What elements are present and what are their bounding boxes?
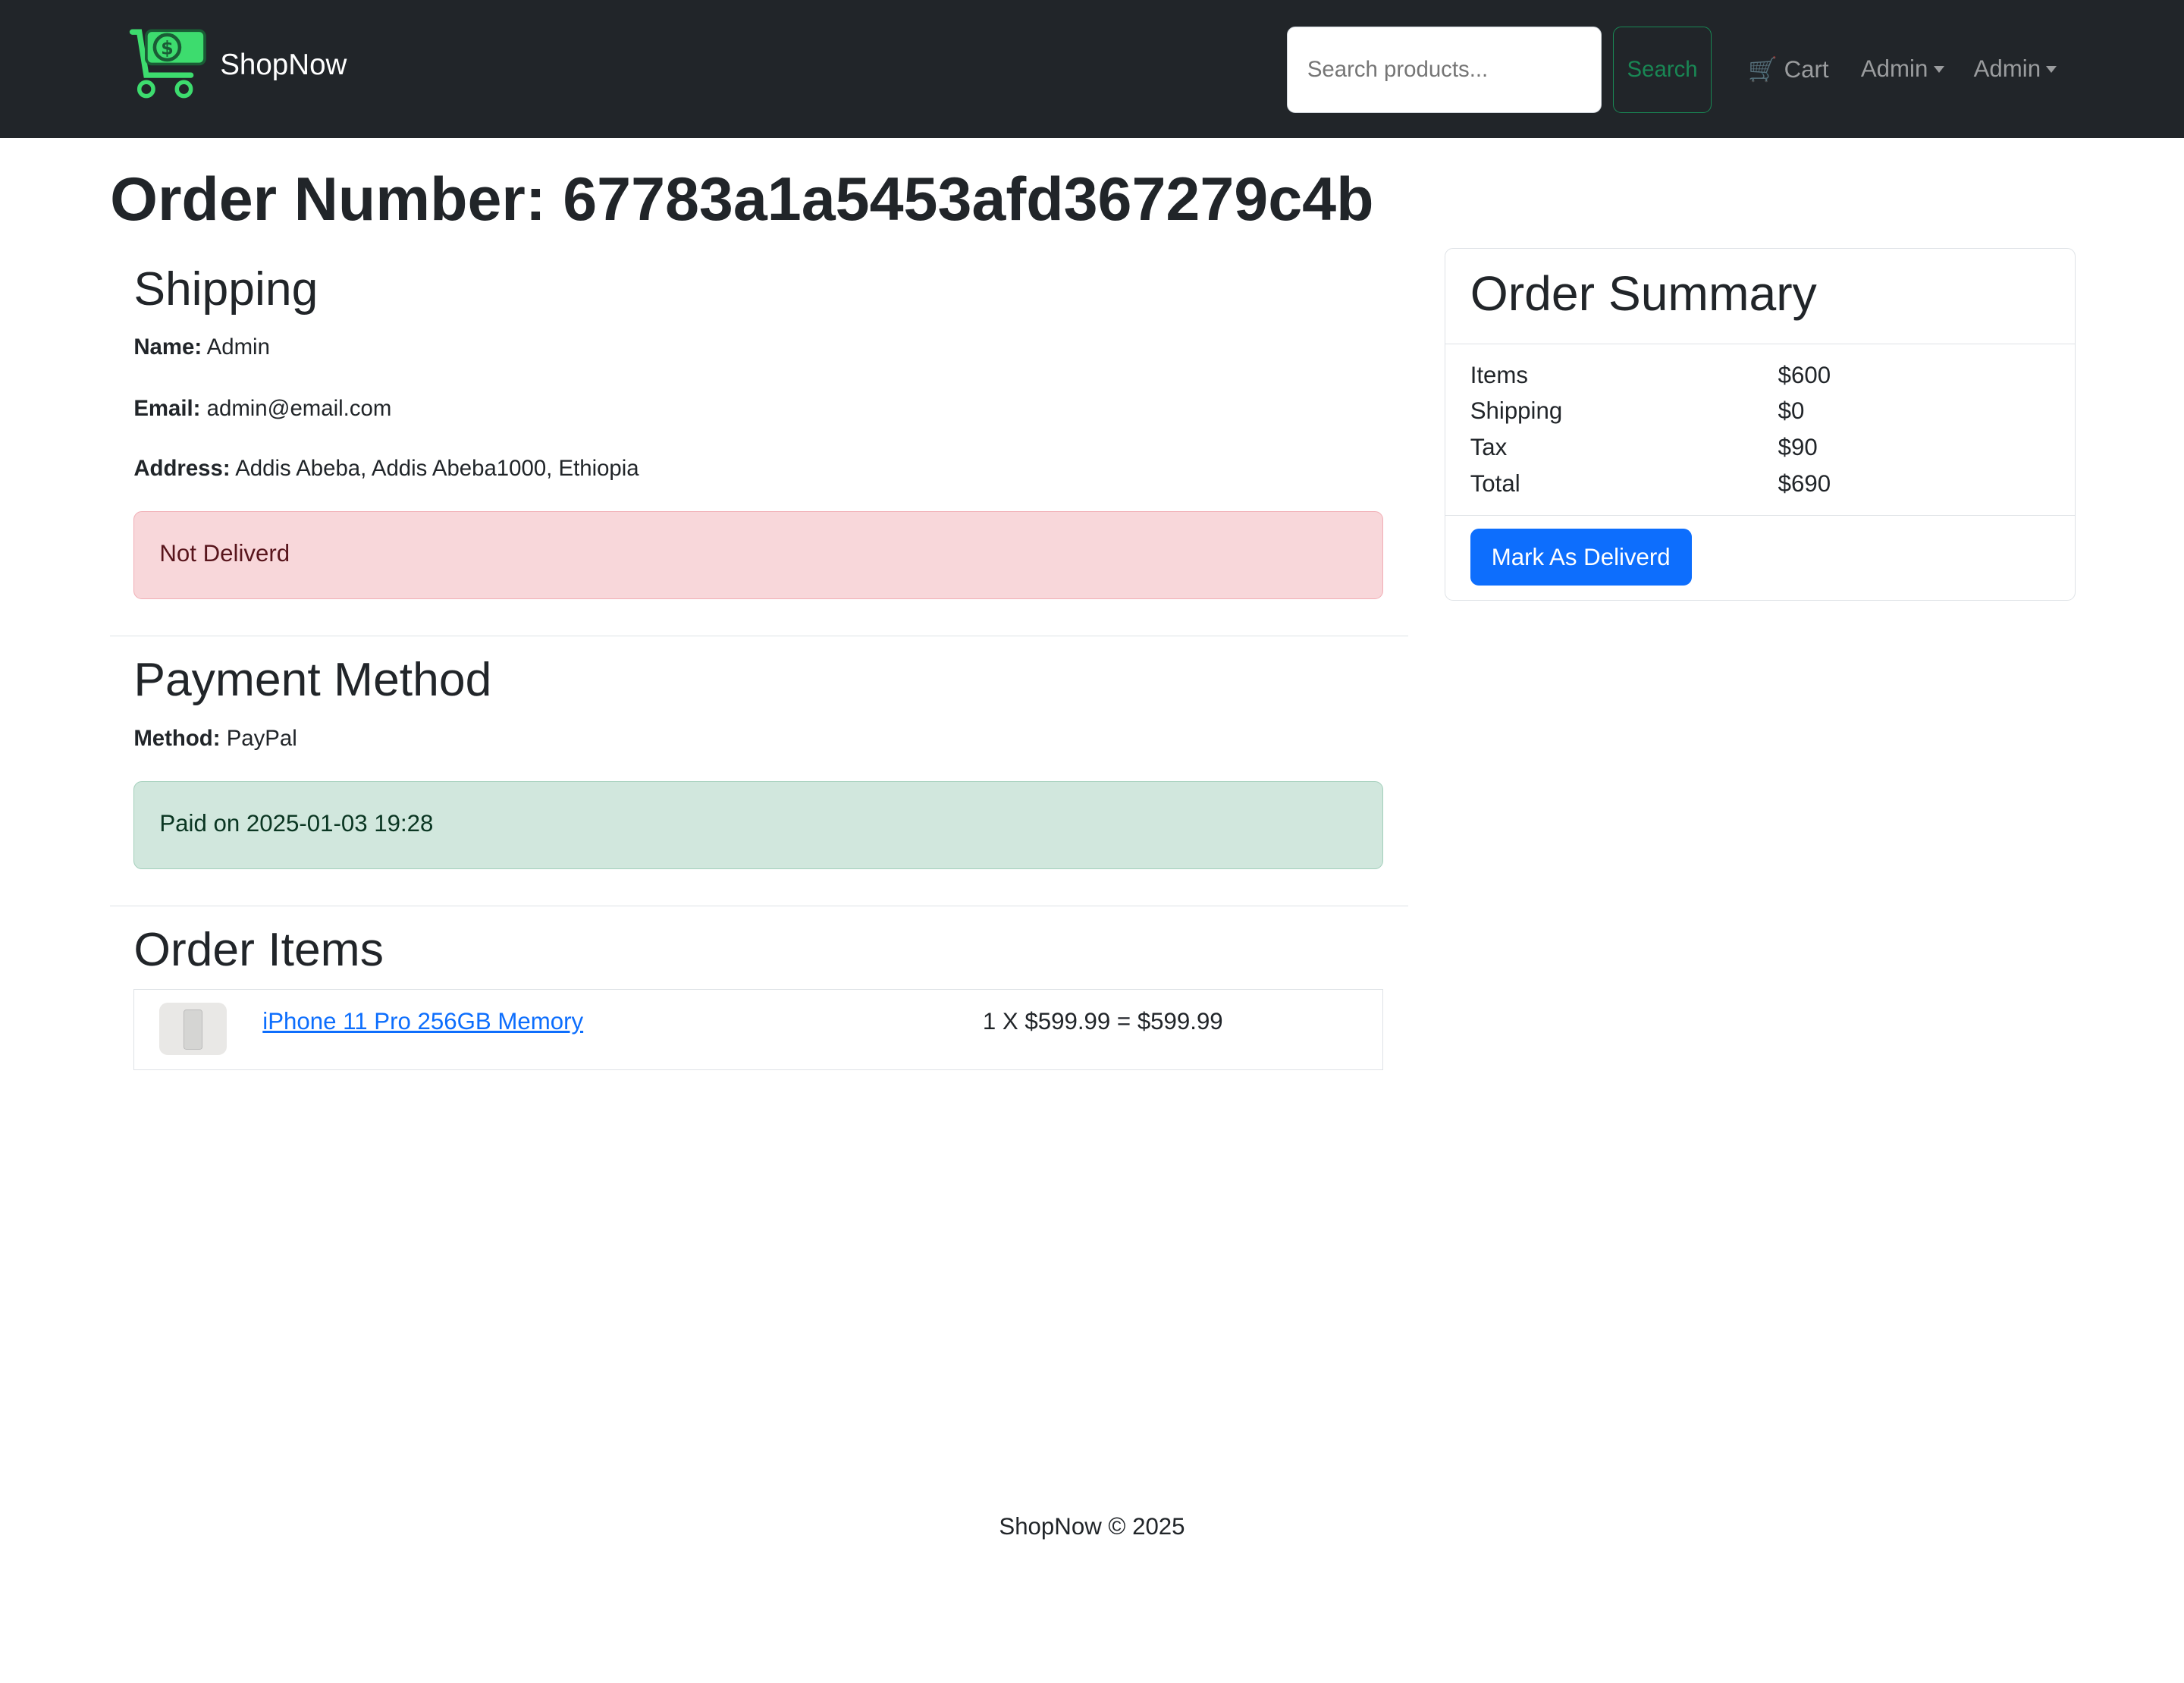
order-items-heading: Order Items: [133, 922, 384, 976]
shipping-address: Address: Addis Abeba, Addis Abeba1000, E…: [133, 456, 639, 482]
logo-cart-icon[interactable]: $: [128, 25, 206, 106]
label: Shipping: [1470, 397, 1563, 425]
value: $90: [1778, 434, 1818, 461]
phone-image-icon: [183, 1009, 203, 1050]
svg-text:$: $: [161, 38, 174, 59]
shipping-name: Name: Admin: [133, 334, 270, 360]
order-summary-card: Order Summary Items $600 Shipping $0 Tax $9…: [1444, 247, 2076, 601]
value: $690: [1778, 469, 1831, 497]
product-image: [159, 1002, 227, 1056]
label: Items: [1470, 361, 1529, 388]
value: Admin: [206, 334, 270, 360]
shipping-email: Email: admin@email.com: [133, 396, 391, 422]
label: Name:: [133, 334, 202, 360]
user-menu-dropdown[interactable]: Admin: [1861, 55, 1944, 83]
cart-icon: 🛒: [1748, 56, 1778, 83]
order-item-row: iPhone 11 Pro 256GB Memory 1 X $599.99 =…: [133, 989, 1383, 1070]
caret-down-icon: [1933, 65, 1944, 73]
user-menu-label: Admin: [1860, 55, 1928, 83]
label: Total: [1470, 469, 1520, 497]
value: admin@email.com: [206, 395, 392, 421]
label: Address:: [133, 455, 231, 481]
summary-row-shipping: Shipping $0: [1470, 397, 2055, 425]
item-price-calc: 1 X $599.99 = $599.99: [982, 1007, 1223, 1035]
cart-link[interactable]: 🛒 Cart: [1748, 55, 1829, 83]
divider: [1445, 514, 2075, 516]
cart-label: Cart: [1784, 56, 1829, 83]
product-link[interactable]: iPhone 11 Pro 256GB Memory: [262, 1008, 583, 1035]
search-input[interactable]: [1287, 26, 1602, 113]
page-title: Order Number: 67783a1a5453afd367279c4b: [110, 165, 1374, 234]
label: Method:: [133, 725, 221, 751]
brand-name[interactable]: ShopNow: [220, 49, 347, 82]
caret-down-icon: [2046, 65, 2057, 73]
delivery-status-alert: Not Deliverd: [133, 511, 1383, 599]
summary-row-items: Items $600: [1470, 362, 2055, 389]
summary-row-total: Total $690: [1470, 470, 2055, 498]
navbar: $ ShopNow Search 🛒 Cart Admin Admin: [0, 0, 2184, 138]
admin-menu-label: Admin: [1973, 55, 2041, 83]
value: $0: [1778, 397, 1805, 425]
search-button[interactable]: Search: [1612, 26, 1712, 113]
summary-row-tax: Tax $90: [1470, 434, 2055, 461]
footer-text: ShopNow © 2025: [999, 1512, 1185, 1540]
payment-method: Method: PayPal: [133, 726, 297, 752]
mark-delivered-button[interactable]: Mark As Deliverd: [1470, 529, 1692, 586]
payment-heading: Payment Method: [133, 652, 492, 706]
value: Addis Abeba, Addis Abeba1000, Ethiopia: [235, 455, 639, 481]
value: $600: [1778, 361, 1831, 388]
value: PayPal: [226, 725, 297, 751]
admin-menu-dropdown[interactable]: Admin: [1974, 55, 2057, 83]
payment-status-alert: Paid on 2025-01-03 19:28: [133, 781, 1383, 870]
label: Tax: [1470, 434, 1508, 461]
shipping-heading: Shipping: [133, 262, 318, 316]
summary-heading: Order Summary: [1470, 265, 1817, 321]
label: Email:: [133, 395, 201, 421]
